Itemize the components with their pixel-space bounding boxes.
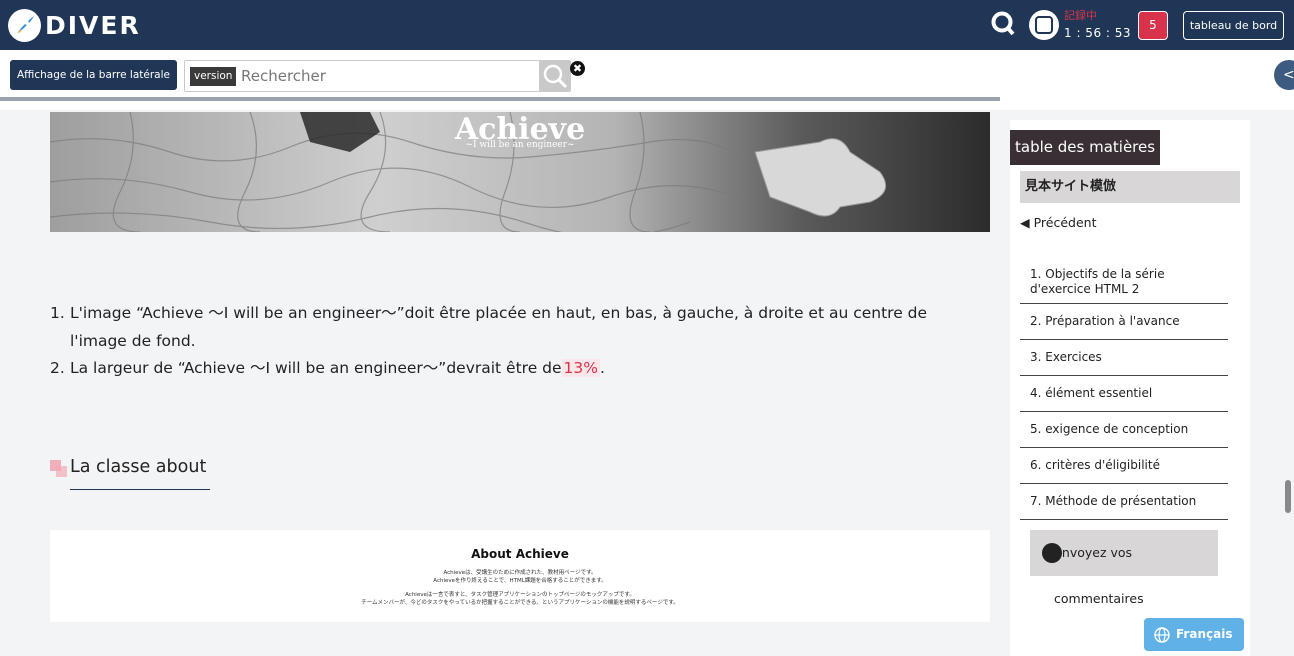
top-header: DIVER 記録中 1 : 56 : 53 5 tableau de bord	[0, 0, 1294, 50]
toc-item[interactable]: 2. Préparation à l'avance	[1020, 304, 1228, 340]
section-underline	[70, 489, 210, 490]
collapse-toc-button[interactable]: <	[1274, 60, 1294, 90]
scrollbar-thumb[interactable]	[1285, 480, 1291, 513]
version-tag[interactable]: version	[190, 67, 237, 86]
toc-item[interactable]: 1. Objectifs de la série d'exercice HTML…	[1020, 260, 1228, 304]
diver-logo[interactable]: DIVER	[8, 8, 141, 42]
feedback-icon	[1042, 543, 1062, 563]
toc-list: 1. Objectifs de la série d'exercice HTML…	[1020, 260, 1228, 520]
recording-timer: 1 : 56 : 53	[1064, 26, 1132, 40]
recording-label: 記録中	[1064, 9, 1097, 22]
stop-recording-button[interactable]	[1029, 10, 1059, 40]
list-item-text-end: .	[600, 359, 605, 377]
feedback-button[interactable]: Envoyez vos commentaires	[1030, 530, 1218, 606]
toolbar: Affichage de la barre latérale version ✖…	[0, 50, 1294, 110]
list-item: 1. L'image “Achieve 〜I will be an engine…	[50, 300, 980, 355]
achieve-hero-image: Achieve ~I will be an engineer~	[50, 112, 990, 232]
logo-text: DIVER	[45, 10, 141, 40]
rocket-icon	[8, 8, 41, 42]
list-item-text: L'image “Achieve 〜I will be an engineer〜…	[70, 304, 928, 350]
list-item-text: La largeur de “Achieve 〜I will be an eng…	[70, 359, 562, 377]
highlight-value: 13%	[561, 359, 600, 377]
preview-title: About Achieve	[471, 547, 569, 561]
reading-progress-bar	[0, 97, 1000, 101]
preview-line: Achieveは、受講生のために作成された、教材用ページです。	[443, 570, 597, 576]
toc-header: table des matières	[1010, 130, 1160, 165]
toc-item[interactable]: 5. exigence de conception	[1020, 412, 1228, 448]
requirements-list: 1. L'image “Achieve 〜I will be an engine…	[50, 300, 980, 383]
search-icon	[543, 64, 568, 89]
toc-item[interactable]: 4. élément essentiel	[1020, 376, 1228, 412]
section-title: La classe about	[70, 457, 207, 477]
language-button[interactable]: Français	[1144, 618, 1244, 651]
list-item: 2. La largeur de “Achieve 〜I will be an …	[50, 355, 980, 383]
previous-link[interactable]: ◀ Précédent	[1020, 215, 1096, 230]
preview-line: チームメンバーが、今どのタスクをやっているか把握することができる、というアプリケ…	[361, 600, 679, 606]
toc-sidebar: table des matières 見本サイト模倣 ◀ Précédent 1…	[1010, 120, 1250, 656]
section-marker-icon	[50, 460, 67, 477]
stop-icon	[1035, 16, 1053, 34]
hero-subtitle: ~I will be an engineer~	[465, 140, 575, 150]
globe-icon	[1154, 627, 1170, 643]
preview-line: Achieveを作り終えることで、HTML課題を合格することができます。	[433, 578, 607, 584]
language-label: Français	[1176, 627, 1233, 641]
toc-item[interactable]: 7. Méthode de présentation	[1020, 484, 1228, 520]
search-button[interactable]	[539, 61, 570, 91]
sidebar-toggle-button[interactable]: Affichage de la barre latérale	[10, 60, 177, 90]
feedback-label: Envoyez vos commentaires	[1054, 545, 1144, 606]
search-box: version	[184, 60, 571, 92]
list-number: 2.	[50, 359, 65, 377]
search-input[interactable]	[241, 64, 537, 88]
toc-item[interactable]: 3. Exercices	[1020, 340, 1228, 376]
list-number: 1.	[50, 304, 65, 322]
dashboard-button[interactable]: tableau de bord	[1183, 11, 1284, 40]
toc-site-title[interactable]: 見本サイト模倣	[1020, 171, 1240, 203]
toc-item[interactable]: 6. critères d'éligibilité	[1020, 448, 1228, 484]
clear-search-icon[interactable]: ✖	[570, 61, 585, 76]
notification-badge[interactable]: 5	[1138, 11, 1168, 40]
q-search-icon[interactable]	[990, 10, 1016, 38]
preview-line: Achieveは一言で表すと、タスク管理アプリケーションのトップページのモックア…	[405, 592, 635, 598]
about-preview-image: About Achieve Achieveは、受講生のために作成された、教材用ペ…	[50, 530, 990, 622]
